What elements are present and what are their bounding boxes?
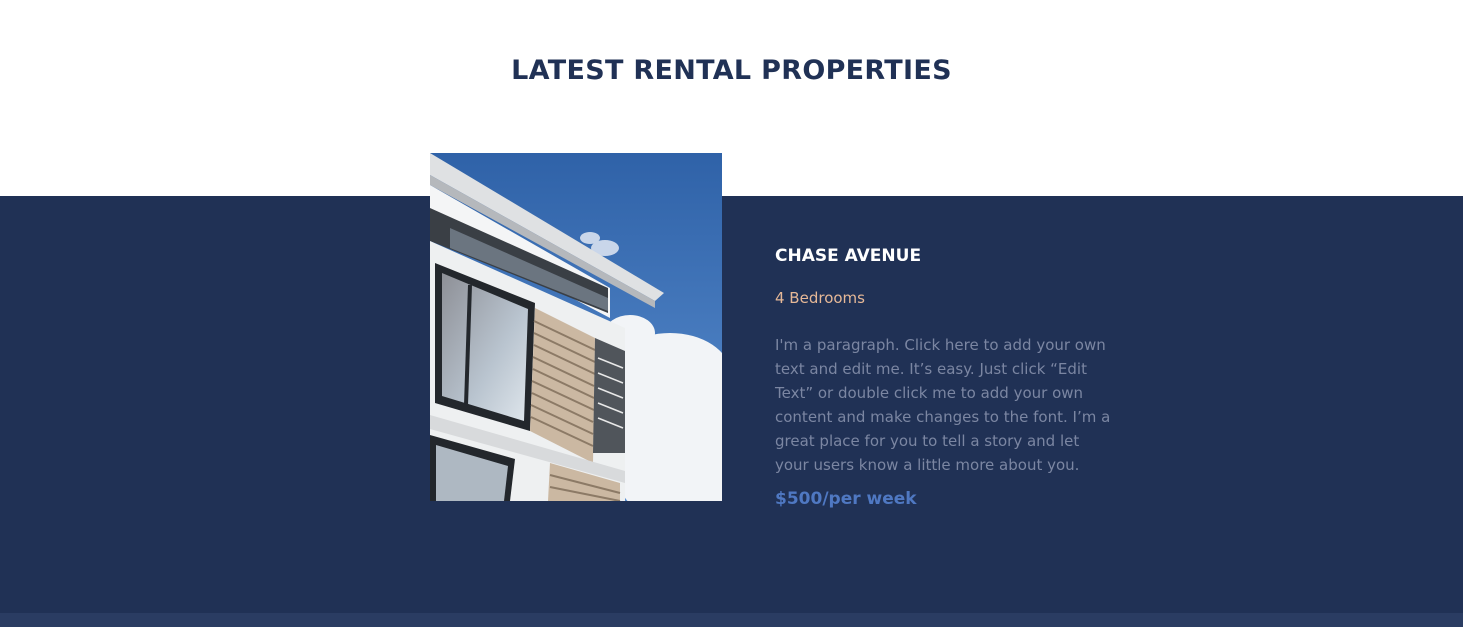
property-band xyxy=(0,196,1463,613)
property-bedrooms: 4 Bedrooms xyxy=(775,289,865,307)
section-title: LATEST RENTAL PROPERTIES xyxy=(511,55,952,86)
property-price: $500/per week xyxy=(775,489,917,509)
property-name[interactable]: CHASE AVENUE xyxy=(775,246,921,266)
property-description: I'm a paragraph. Click here to add your … xyxy=(775,336,1111,474)
footer-strip xyxy=(0,613,1463,627)
house-facade-image xyxy=(430,153,722,501)
property-photo[interactable] xyxy=(430,153,722,501)
